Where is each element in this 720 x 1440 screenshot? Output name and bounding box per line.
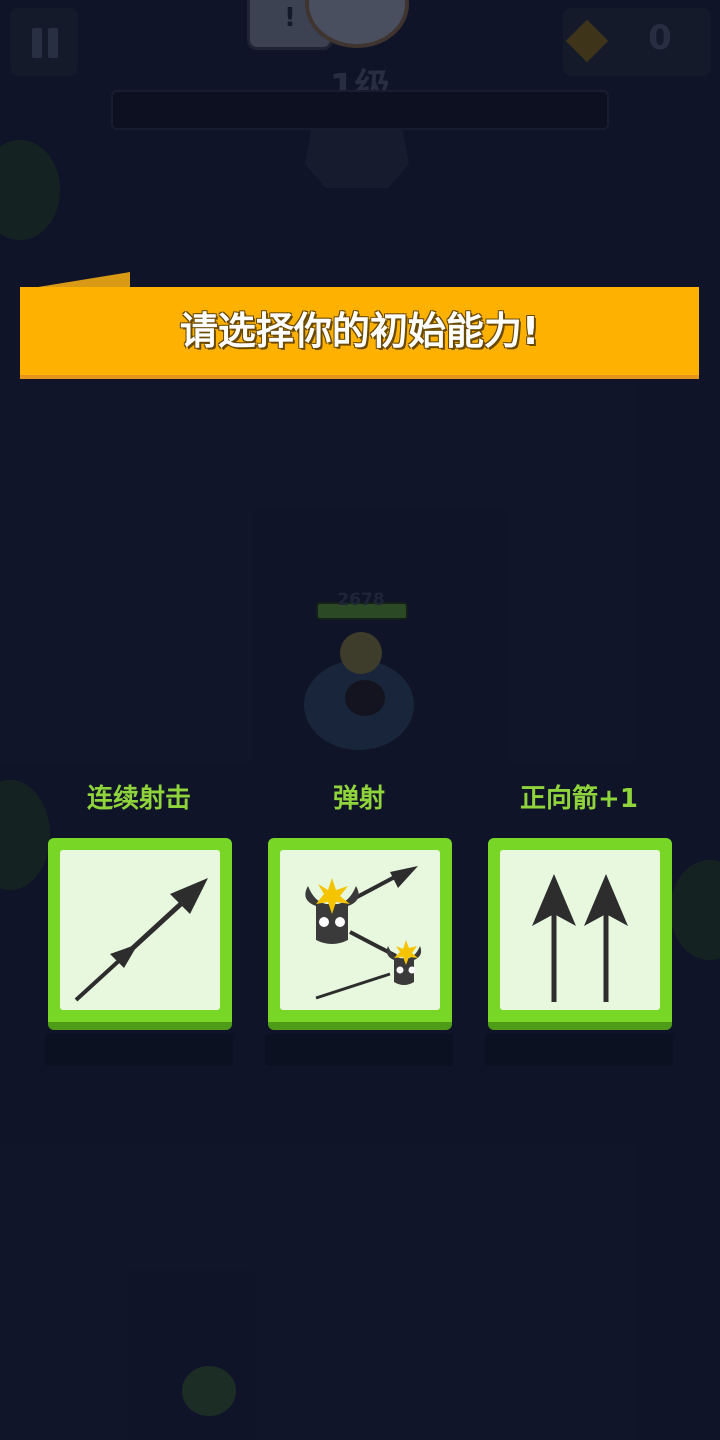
double-up-arrow-icon <box>532 874 628 1002</box>
ricochet-icon <box>305 866 422 1000</box>
card-shadow <box>265 1034 453 1066</box>
ability-card-front-arrow[interactable] <box>488 838 672 1030</box>
ability-label-multishot: 连续射击 <box>86 784 191 814</box>
card-shadow <box>485 1034 673 1066</box>
ability-label-front-arrow: 正向箭+1 <box>520 784 638 814</box>
card-face <box>60 850 220 1010</box>
card-shadow <box>45 1034 233 1066</box>
ability-card-multishot[interactable] <box>48 838 232 1030</box>
card-face <box>280 850 440 1010</box>
banner-title: 请选择你的初始能力! <box>179 309 540 353</box>
modal-overlay <box>0 0 720 1440</box>
ability-card-ricochet[interactable] <box>268 838 452 1030</box>
card-face <box>500 850 660 1010</box>
double-arrow-icon <box>74 878 208 1002</box>
ability-label-ricochet: 弹射 <box>332 784 385 814</box>
